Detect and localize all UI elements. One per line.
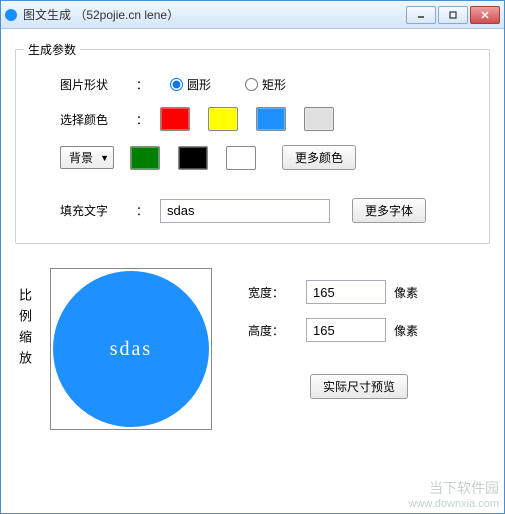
- bg-select[interactable]: 背景 ▼: [60, 146, 114, 169]
- scale-label: 比例缩放: [15, 288, 34, 372]
- titlebar: 图文生成 （52pojie.cn lene）: [1, 1, 504, 29]
- color-blue[interactable]: [256, 107, 286, 131]
- color-label: 选择颜色: [60, 111, 130, 128]
- actual-size-button[interactable]: 实际尺寸预览: [310, 374, 408, 399]
- close-button[interactable]: [470, 6, 500, 24]
- color-white[interactable]: [226, 146, 256, 170]
- text-row: 填充文字 ： 更多字体: [60, 198, 475, 223]
- params-group: 生成参数 图片形状 ： 圆形 矩形 选择颜色 ：: [15, 49, 490, 244]
- shape-label: 图片形状: [60, 76, 130, 93]
- bg-select-value: 背景: [69, 149, 93, 166]
- bg-row: 背景 ▼ 更多颜色: [60, 145, 475, 170]
- window-title: 图文生成 （52pojie.cn lene）: [23, 6, 406, 23]
- radio-circle-label: 圆形: [187, 76, 211, 93]
- app-icon: [5, 9, 17, 21]
- preview-text: sdas: [110, 338, 152, 361]
- more-colors-button[interactable]: 更多颜色: [282, 145, 356, 170]
- more-fonts-button[interactable]: 更多字体: [352, 198, 426, 223]
- chevron-down-icon: ▼: [100, 153, 109, 163]
- colon: ：: [136, 76, 148, 93]
- color-yellow[interactable]: [208, 107, 238, 131]
- radio-rect[interactable]: 矩形: [235, 76, 286, 93]
- color-black[interactable]: [178, 146, 208, 170]
- group-title: 生成参数: [24, 41, 80, 58]
- fill-text-input[interactable]: [160, 199, 330, 223]
- width-input[interactable]: [306, 280, 386, 304]
- colon: ：: [136, 111, 148, 128]
- height-unit: 像素: [394, 322, 418, 339]
- color-row: 选择颜色 ：: [60, 107, 475, 131]
- width-label: 宽度：: [248, 284, 298, 301]
- minimize-button[interactable]: [406, 6, 436, 24]
- preview-circle: sdas: [53, 271, 209, 427]
- color-green[interactable]: [130, 146, 160, 170]
- color-lightgray[interactable]: [304, 107, 334, 131]
- height-row: 高度： 像素: [248, 318, 418, 342]
- text-label: 填充文字: [60, 202, 130, 219]
- preview-box: sdas: [50, 268, 212, 430]
- radio-circle[interactable]: 圆形: [160, 76, 211, 93]
- height-label: 高度：: [248, 322, 298, 339]
- shape-row: 图片形状 ： 圆形 矩形: [60, 76, 475, 93]
- width-unit: 像素: [394, 284, 418, 301]
- height-input[interactable]: [306, 318, 386, 342]
- colon: ：: [136, 202, 148, 219]
- radio-rect-label: 矩形: [262, 76, 286, 93]
- width-row: 宽度： 像素: [248, 280, 418, 304]
- color-red[interactable]: [160, 107, 190, 131]
- maximize-button[interactable]: [438, 6, 468, 24]
